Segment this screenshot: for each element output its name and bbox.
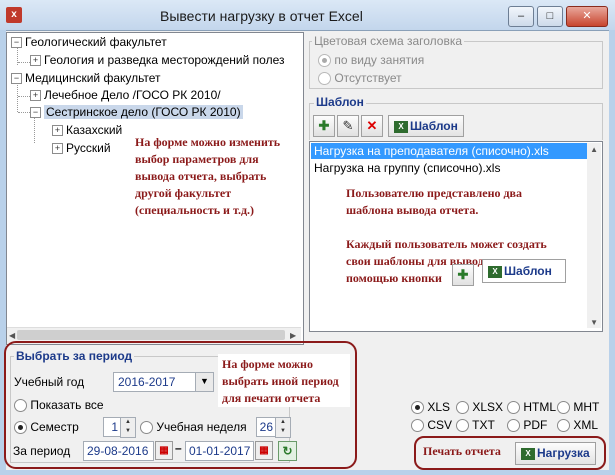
maximize-button[interactable]: □ xyxy=(537,6,563,27)
template-button-sample: X Шаблон xyxy=(482,259,566,283)
radio-icon xyxy=(318,54,331,68)
tree-node-kazakh[interactable]: + Казахский xyxy=(52,123,122,138)
radio-icon[interactable] xyxy=(557,419,570,433)
close-button[interactable]: ✕ xyxy=(566,6,608,27)
radio-icon[interactable] xyxy=(456,419,469,433)
collapse-icon[interactable]: − xyxy=(30,107,41,119)
app-icon: x xyxy=(6,7,22,23)
format-pdf[interactable]: PDF xyxy=(507,418,547,433)
period-title: Выбрать за период xyxy=(14,349,135,363)
template-vscrollbar[interactable] xyxy=(587,143,601,328)
excel-icon: X xyxy=(521,447,535,460)
date-from-field[interactable]: 29-08-2016 xyxy=(83,441,154,461)
radio-icon[interactable] xyxy=(411,401,424,415)
format-html[interactable]: HTML xyxy=(507,400,556,415)
scroll-right-icon[interactable]: ▶ xyxy=(290,331,296,340)
radio-icon[interactable] xyxy=(507,401,520,415)
tree-node-geology-child[interactable]: + Геология и разведка месторождений полез xyxy=(30,53,285,68)
color-scheme-option-1: по виду занятия xyxy=(318,53,424,68)
print-label: Печать отчета xyxy=(423,444,501,458)
format-txt[interactable]: TXT xyxy=(456,418,495,433)
range-label: За период xyxy=(13,444,71,458)
add-template-button[interactable]: ✚ xyxy=(313,115,335,137)
annotation-tree: На форме можно изменить выбор параметров … xyxy=(135,135,281,217)
tree-node-geology[interactable]: − Геологический факультет xyxy=(11,35,167,50)
radio-icon[interactable] xyxy=(557,401,570,415)
format-mht[interactable]: MHT xyxy=(557,400,599,415)
week-stepper[interactable]: ▲ ▼ xyxy=(275,417,291,438)
expand-icon[interactable]: + xyxy=(52,125,63,137)
format-xlsx[interactable]: XLSX xyxy=(456,400,503,415)
date-range-dash: – xyxy=(175,441,182,455)
minimize-button[interactable]: – xyxy=(508,6,534,27)
week-value[interactable]: 26 xyxy=(256,417,277,437)
tree-node-lechebnoe[interactable]: + Лечебное Дело /ГОСО РК 2010/ xyxy=(30,88,221,103)
year-label: Учебный год xyxy=(14,375,85,389)
radio-icon[interactable] xyxy=(411,419,424,433)
radio-icon[interactable] xyxy=(507,419,520,433)
tree-node-sestrinskoe[interactable]: − Сестринское дело (ГОСО РК 2010) xyxy=(30,105,243,120)
format-xml[interactable]: XML xyxy=(557,418,598,433)
semester-stepper[interactable]: ▲ ▼ xyxy=(120,417,136,438)
year-select[interactable]: 2016-2017 xyxy=(113,372,196,392)
semester-radio[interactable]: Семестр xyxy=(14,420,79,435)
format-csv[interactable]: CSV xyxy=(411,418,452,433)
chevron-down-icon[interactable]: ▼ xyxy=(195,372,214,392)
week-radio[interactable]: Учебная неделя xyxy=(140,420,247,435)
radio-icon[interactable] xyxy=(14,421,27,435)
template-item-teacher[interactable]: Нагрузка на преподавателя (списочно).xls xyxy=(311,143,588,159)
radio-icon[interactable] xyxy=(456,401,469,415)
radio-icon xyxy=(318,72,331,86)
format-xls[interactable]: XLS xyxy=(411,400,450,415)
radio-icon[interactable] xyxy=(140,421,153,435)
add-template-icon-sample: ✚ xyxy=(452,264,474,286)
date-to-field[interactable]: 01-01-2017 xyxy=(185,441,254,461)
color-scheme-option-2: Отсутствует xyxy=(318,71,402,86)
color-scheme-title: Цветовая схема заголовка xyxy=(312,34,465,48)
annotation-period: На форме можно выбрать иной период для печ… xyxy=(222,357,339,405)
refresh-icon[interactable]: ↻ xyxy=(278,441,297,461)
print-load-button[interactable]: X Нагрузка xyxy=(515,442,596,465)
edit-template-button[interactable]: ✎ xyxy=(337,115,359,137)
delete-template-button[interactable]: ✕ xyxy=(361,115,383,137)
expand-icon[interactable]: + xyxy=(52,143,63,155)
template-item-group[interactable]: Нагрузка на группу (списочно).xls xyxy=(311,160,500,176)
template-title: Шаблон xyxy=(314,95,366,109)
expand-icon[interactable]: + xyxy=(30,90,41,102)
radio-icon[interactable] xyxy=(14,399,27,413)
calendar-icon[interactable]: ▦ xyxy=(255,441,273,460)
scroll-up-icon[interactable]: ▲ xyxy=(590,145,598,154)
template-button[interactable]: X Шаблон xyxy=(388,115,464,137)
excel-icon: X xyxy=(394,120,408,133)
show-all-radio[interactable]: Показать все xyxy=(14,398,104,413)
calendar-icon[interactable]: ▦ xyxy=(155,441,173,460)
tree-node-medicine[interactable]: − Медицинский факультет xyxy=(11,71,161,86)
expand-icon[interactable]: + xyxy=(30,55,41,67)
scroll-left-icon[interactable]: ◀ xyxy=(9,331,15,340)
window-title: Вывести нагрузку в отчет Excel xyxy=(160,8,363,24)
collapse-icon[interactable]: − xyxy=(11,37,22,49)
excel-icon: X xyxy=(488,265,502,278)
collapse-icon[interactable]: − xyxy=(11,73,22,85)
tree-hscroll-thumb[interactable] xyxy=(17,330,285,340)
tree-node-russian[interactable]: + Русский xyxy=(52,141,111,156)
scroll-down-icon[interactable]: ▼ xyxy=(590,318,598,327)
